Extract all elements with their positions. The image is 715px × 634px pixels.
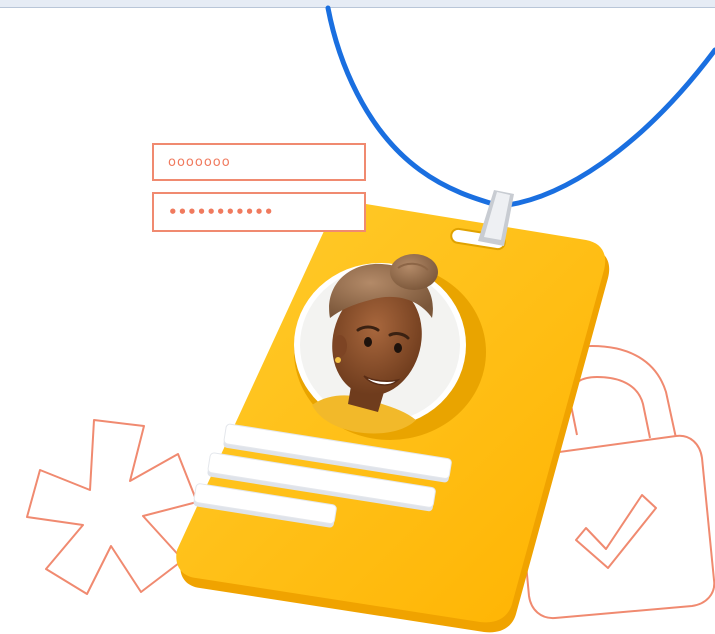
illustration-art bbox=[26, 5, 715, 633]
username-field: ooooooo bbox=[152, 143, 366, 181]
username-mask: ooooooo bbox=[168, 154, 231, 170]
lanyard-icon bbox=[325, 5, 715, 209]
asterisk-icon bbox=[26, 419, 198, 595]
password-mask: ••••••••••• bbox=[168, 202, 274, 221]
password-field: ••••••••••• bbox=[152, 192, 366, 232]
hero-illustration: ooooooo ••••••••••• bbox=[0, 0, 715, 634]
